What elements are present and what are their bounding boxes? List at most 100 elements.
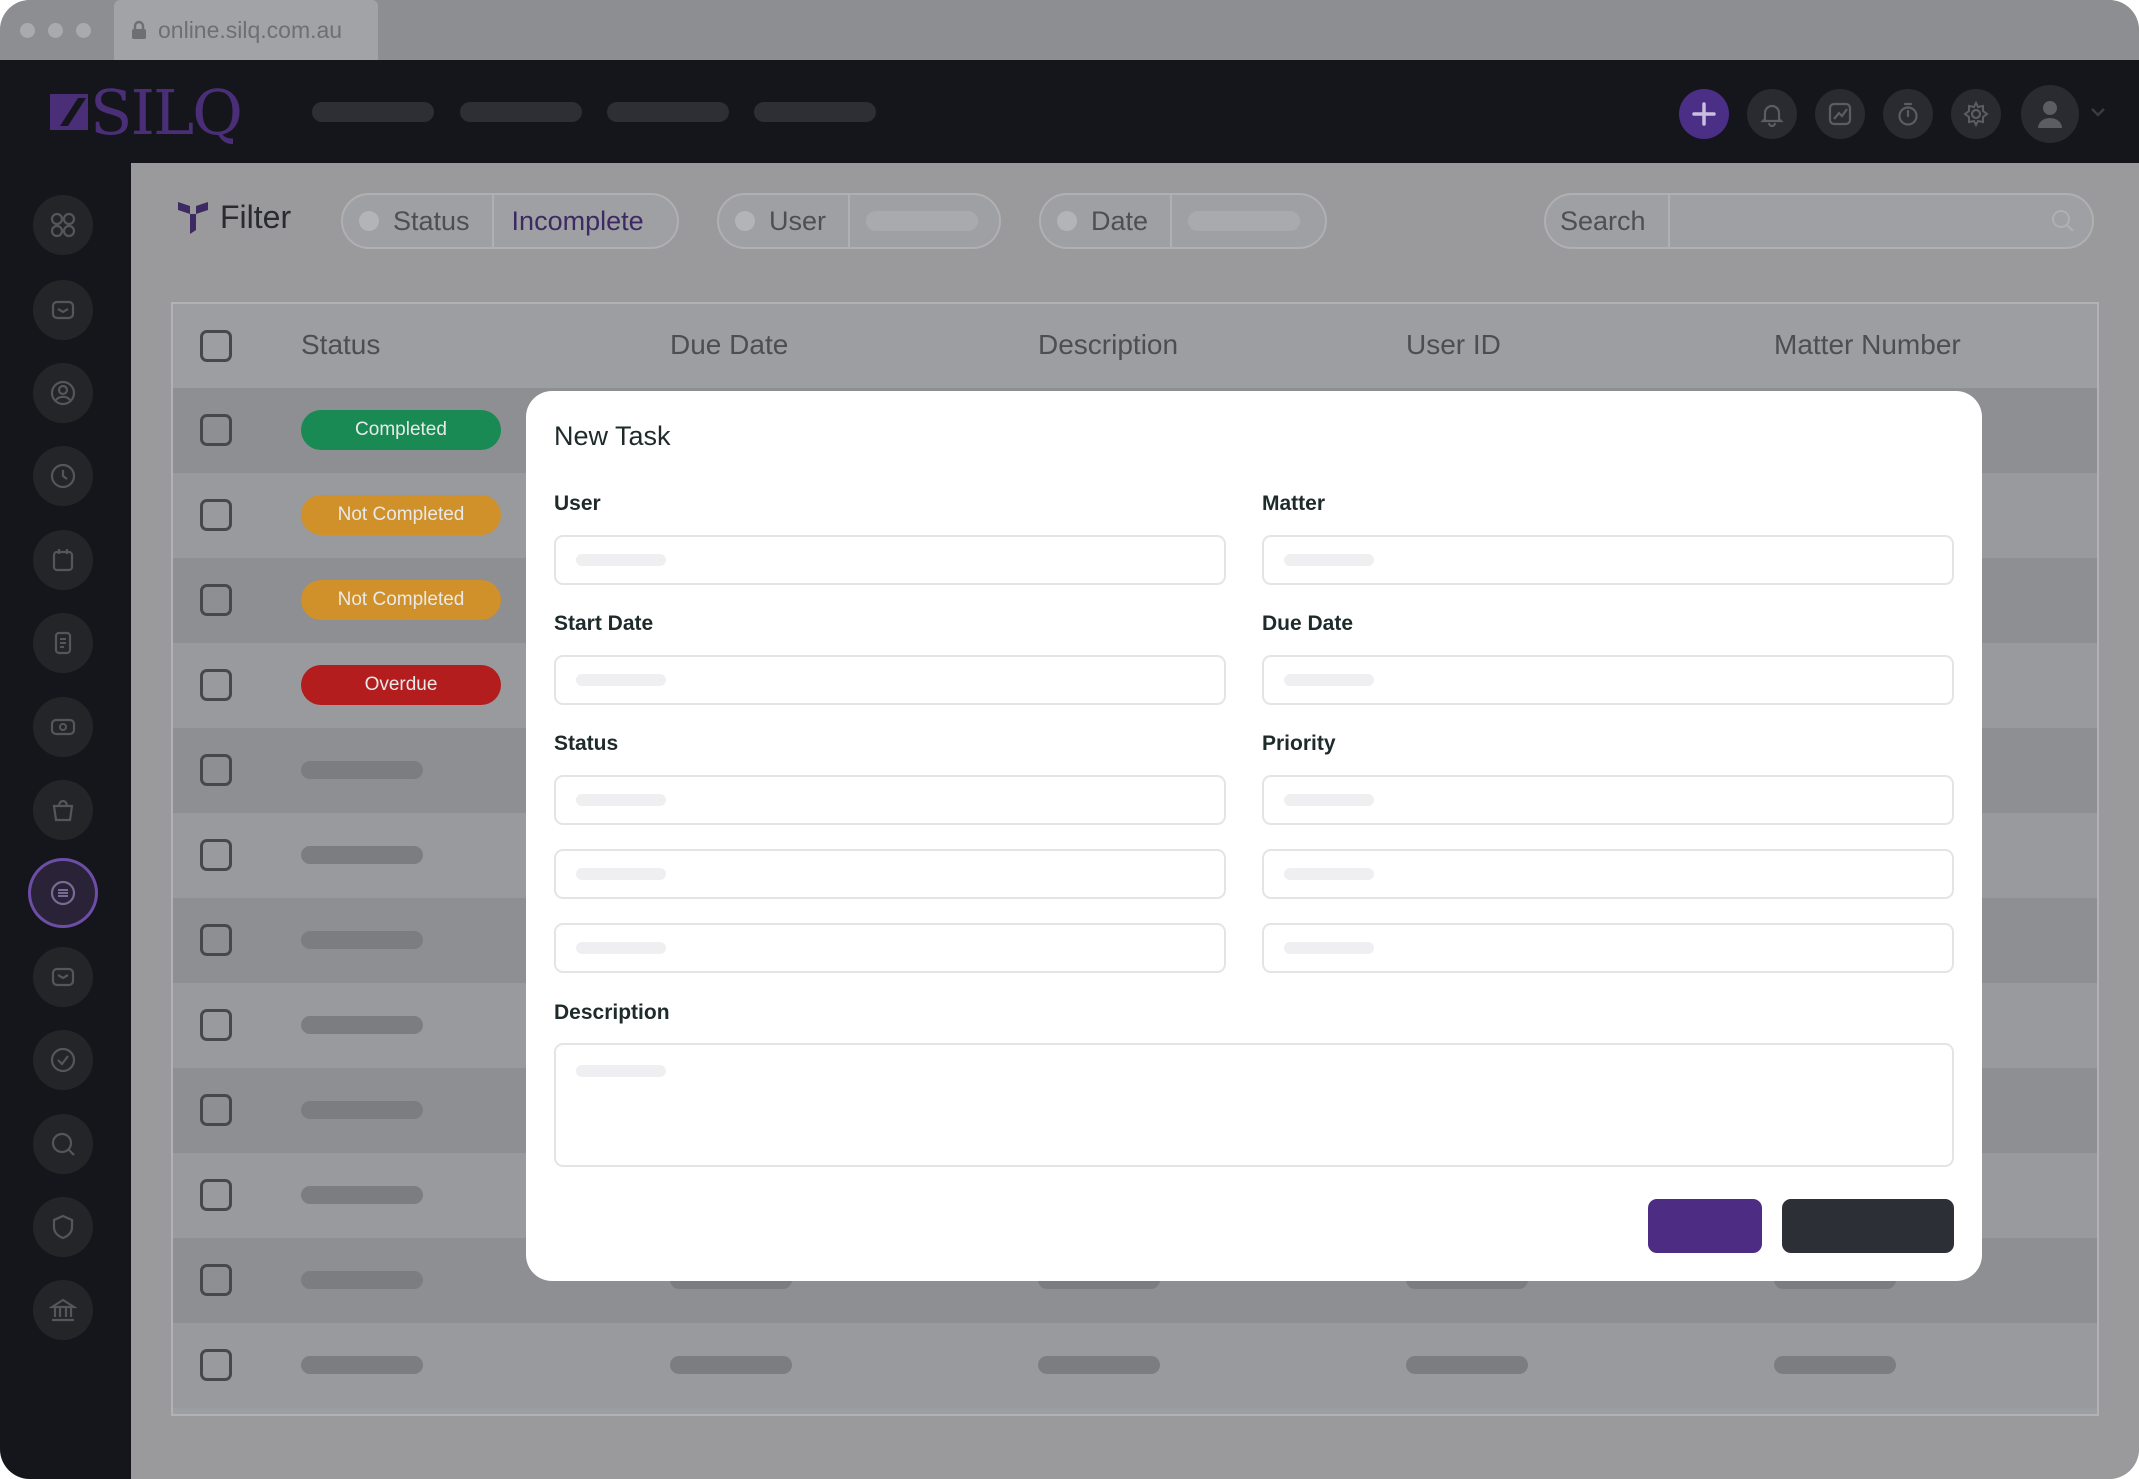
row-checkbox[interactable] bbox=[200, 1349, 232, 1381]
input-placeholder bbox=[1284, 554, 1374, 566]
column-description[interactable]: Description bbox=[1038, 329, 1178, 361]
status-badge: Overdue bbox=[301, 665, 501, 705]
start-date-field[interactable] bbox=[554, 655, 1226, 705]
sidebar-item-dashboard[interactable] bbox=[33, 195, 93, 255]
search-box[interactable]: Search bbox=[1544, 193, 2094, 249]
cell-placeholder bbox=[301, 1101, 423, 1119]
user-filter-chip[interactable]: User bbox=[717, 193, 1001, 249]
table-row[interactable] bbox=[173, 1323, 2097, 1408]
sidebar-item-contacts[interactable] bbox=[33, 363, 93, 423]
cell-placeholder bbox=[1774, 1356, 1896, 1374]
row-checkbox[interactable] bbox=[200, 1179, 232, 1211]
settings-icon bbox=[1963, 101, 1989, 127]
notifications-button[interactable] bbox=[1747, 89, 1797, 139]
input-placeholder bbox=[576, 868, 666, 880]
shield-icon bbox=[52, 1214, 74, 1240]
cell-placeholder bbox=[1406, 1356, 1528, 1374]
add-button[interactable] bbox=[1679, 89, 1729, 139]
cancel-button[interactable] bbox=[1782, 1199, 1954, 1253]
logo-text: SILQ bbox=[90, 75, 243, 149]
nav-item-3[interactable] bbox=[607, 102, 729, 122]
row-checkbox[interactable] bbox=[200, 1009, 232, 1041]
address-bar[interactable]: online.silq.com.au bbox=[114, 0, 378, 60]
date-filter-chip[interactable]: Date bbox=[1039, 193, 1327, 249]
user-filter-label: User bbox=[769, 195, 851, 247]
priority-field[interactable] bbox=[1262, 775, 1954, 825]
status-field-label: Status bbox=[554, 732, 619, 755]
column-matter-number[interactable]: Matter Number bbox=[1774, 329, 1961, 361]
filter-icon bbox=[178, 201, 208, 234]
check-icon bbox=[50, 1047, 76, 1073]
sidebar-item-time[interactable] bbox=[33, 446, 93, 506]
row-checkbox[interactable] bbox=[200, 669, 232, 701]
extra-field-right-2[interactable] bbox=[1262, 923, 1954, 973]
user-field-label: User bbox=[554, 492, 601, 515]
window-maximize-dot[interactable] bbox=[76, 23, 91, 38]
dashboard-icon bbox=[50, 212, 76, 238]
status-field[interactable] bbox=[554, 775, 1226, 825]
sidebar-item-trust[interactable] bbox=[33, 1280, 93, 1340]
select-all-checkbox[interactable] bbox=[200, 330, 232, 362]
status-badge: Not Completed bbox=[301, 495, 501, 535]
reports-button[interactable] bbox=[1815, 89, 1865, 139]
lock-icon bbox=[132, 20, 146, 39]
description-field[interactable] bbox=[554, 1043, 1954, 1167]
sidebar-item-billing[interactable] bbox=[33, 697, 93, 757]
row-checkbox[interactable] bbox=[200, 584, 232, 616]
user-avatar[interactable] bbox=[2021, 85, 2079, 143]
row-checkbox[interactable] bbox=[200, 924, 232, 956]
row-checkbox[interactable] bbox=[200, 1264, 232, 1296]
status-badge: Not Completed bbox=[301, 580, 501, 620]
date-filter-label: Date bbox=[1091, 195, 1173, 247]
sidebar-item-calendar[interactable] bbox=[33, 530, 93, 590]
status-filter-chip[interactable]: Status Incomplete bbox=[341, 193, 679, 249]
extra-field-left-1[interactable] bbox=[554, 849, 1226, 899]
timer-button[interactable] bbox=[1883, 89, 1933, 139]
row-checkbox[interactable] bbox=[200, 414, 232, 446]
user-field[interactable] bbox=[554, 535, 1226, 585]
save-button[interactable] bbox=[1648, 1199, 1762, 1253]
cell-placeholder bbox=[301, 1356, 423, 1374]
column-due-date[interactable]: Due Date bbox=[670, 329, 788, 361]
input-placeholder bbox=[1284, 674, 1374, 686]
column-status[interactable]: Status bbox=[301, 329, 380, 361]
settings-button[interactable] bbox=[1951, 89, 2001, 139]
silq-logo[interactable]: SILQ bbox=[48, 76, 243, 149]
status-badge: Completed bbox=[301, 410, 501, 450]
matter-field[interactable] bbox=[1262, 535, 1954, 585]
sidebar-item-mail[interactable] bbox=[33, 947, 93, 1007]
billing-icon bbox=[50, 718, 76, 736]
user-filter-value bbox=[866, 211, 979, 231]
status-filter-value: Incomplete bbox=[511, 205, 644, 236]
user-avatar-icon bbox=[2038, 101, 2062, 128]
sidebar-item-search[interactable] bbox=[33, 1114, 93, 1174]
window-minimize-dot[interactable] bbox=[48, 23, 63, 38]
search-icon[interactable] bbox=[2050, 208, 2076, 234]
row-checkbox[interactable] bbox=[200, 839, 232, 871]
nav-item-2[interactable] bbox=[460, 102, 582, 122]
sidebar-item-shop[interactable] bbox=[33, 780, 93, 840]
sidebar-item-inbox[interactable] bbox=[33, 280, 93, 340]
input-placeholder bbox=[576, 554, 666, 566]
window-close-dot[interactable] bbox=[20, 23, 35, 38]
row-checkbox[interactable] bbox=[200, 1094, 232, 1126]
sidebar-item-tasks[interactable] bbox=[31, 861, 95, 925]
app-window: online.silq.com.au SILQ Filter Status In… bbox=[0, 0, 2139, 1479]
nav-item-1[interactable] bbox=[312, 102, 434, 122]
sidebar-item-security[interactable] bbox=[33, 1197, 93, 1257]
sidebar-item-approvals[interactable] bbox=[33, 1030, 93, 1090]
due-date-field[interactable] bbox=[1262, 655, 1954, 705]
description-field-label: Description bbox=[554, 1001, 670, 1024]
priority-field-label: Priority bbox=[1262, 732, 1336, 755]
nav-item-4[interactable] bbox=[754, 102, 876, 122]
extra-field-right-1[interactable] bbox=[1262, 849, 1954, 899]
status-filter-label: Status bbox=[393, 195, 494, 247]
extra-field-left-2[interactable] bbox=[554, 923, 1226, 973]
row-checkbox[interactable] bbox=[200, 499, 232, 531]
bank-icon bbox=[49, 1298, 77, 1322]
column-user-id[interactable]: User ID bbox=[1406, 329, 1501, 361]
sidebar bbox=[0, 163, 131, 1479]
sidebar-item-documents[interactable] bbox=[33, 613, 93, 673]
chevron-down-icon[interactable] bbox=[2090, 106, 2106, 118]
row-checkbox[interactable] bbox=[200, 754, 232, 786]
